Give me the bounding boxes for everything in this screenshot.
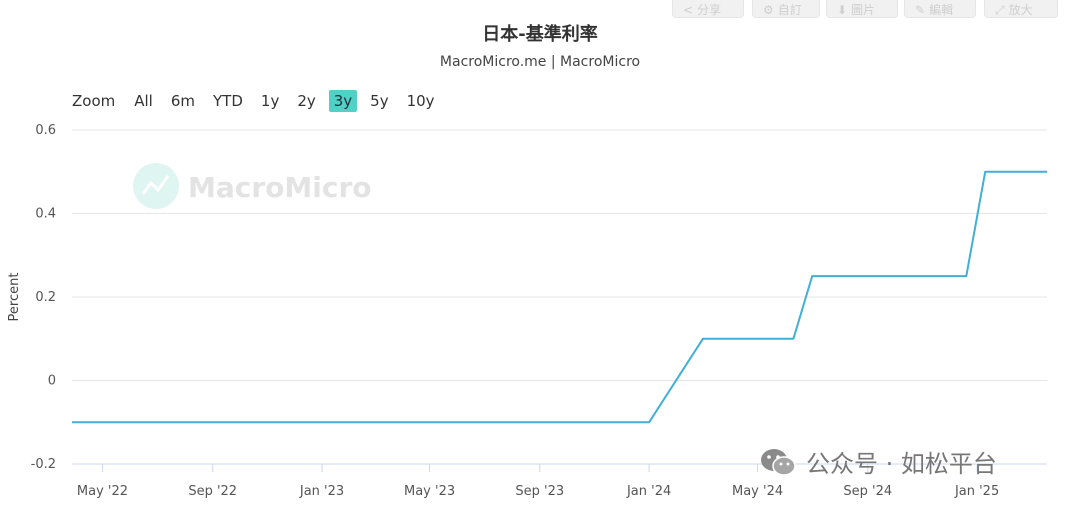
x-tick-label: May '24 bbox=[732, 484, 783, 499]
y-tick-labels: -0.2 0 0.2 0.4 0.6 bbox=[31, 123, 56, 472]
watermark: MacroMicro bbox=[133, 163, 372, 209]
x-tick-label: Jan '23 bbox=[299, 484, 344, 499]
x-tick-label: May '23 bbox=[404, 484, 455, 499]
wechat-badge: 公众号 · 如松平台 bbox=[758, 444, 997, 479]
chart-svg: MacroMicro -0.2 0 0.2 0.4 0.6 May '22 Sep '22… bbox=[7, 123, 1047, 499]
x-tick-label: Jan '25 bbox=[954, 484, 999, 499]
y-tick-label: 0.6 bbox=[35, 123, 56, 138]
y-tick-label: 0.2 bbox=[35, 290, 56, 305]
y-tick-label: 0 bbox=[48, 374, 56, 389]
x-tick-label: Sep '24 bbox=[843, 484, 892, 499]
wechat-icon bbox=[761, 448, 796, 476]
y-axis-label: Percent bbox=[7, 273, 22, 322]
x-tick-label: Sep '23 bbox=[515, 484, 564, 499]
x-tick-label: Jan '24 bbox=[626, 484, 671, 499]
y-tick-label: 0.4 bbox=[35, 207, 56, 222]
y-tick-label: -0.2 bbox=[31, 457, 56, 472]
x-tick-label: Sep '22 bbox=[188, 484, 237, 499]
x-tick-label: May '22 bbox=[77, 484, 128, 499]
watermark-text: MacroMicro bbox=[188, 171, 372, 204]
wechat-badge-text: 公众号 · 如松平台 bbox=[806, 450, 997, 478]
